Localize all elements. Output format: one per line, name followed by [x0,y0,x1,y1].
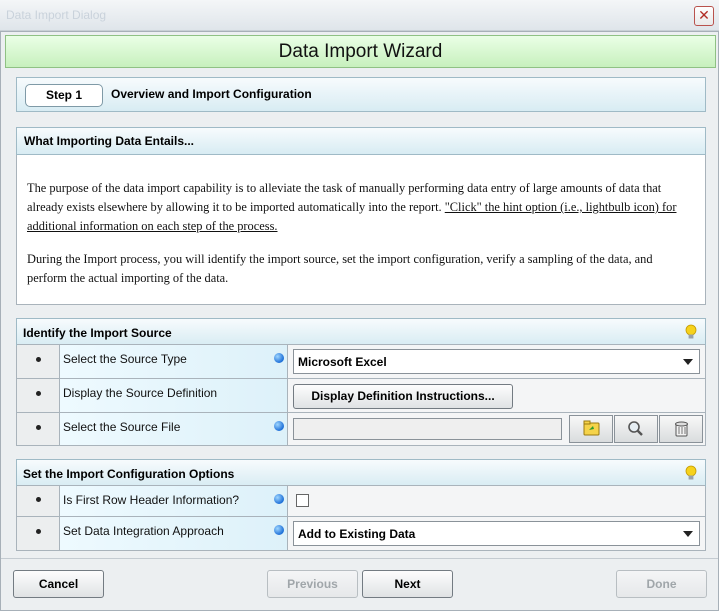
integration-approach-value: Add to Existing Data [298,527,416,541]
row-bullet [17,517,60,550]
window-title: Data Import Dialog [6,8,107,22]
done-button[interactable]: Done [616,570,707,598]
import-config-section: Set the Import Configuration Options Is … [16,459,706,551]
lightbulb-icon[interactable] [685,465,697,481]
step-badge: Step 1 [25,84,103,107]
header-row-control [288,486,705,516]
import-source-heading-label: Identify the Import Source [23,326,172,340]
chevron-down-icon [683,359,693,365]
row-source-definition: Display the Source Definition Display De… [17,378,705,413]
integration-approach-dropdown[interactable]: Add to Existing Data [293,521,700,546]
browse-folder-button[interactable] [569,415,613,443]
lightbulb-icon[interactable] [685,324,697,340]
import-config-heading-label: Set the Import Configuration Options [23,467,235,481]
footer-divider [1,558,718,559]
integration-approach-label: Set Data Integration Approach [63,524,224,538]
row-source-type: Select the Source Type Microsoft Excel [17,344,705,379]
source-file-input[interactable] [293,418,562,440]
required-dot-icon [274,421,284,431]
wizard-header: Data Import Wizard [5,35,716,68]
header-row-checkbox[interactable] [296,494,309,507]
source-definition-control: Display Definition Instructions... [288,379,705,413]
overview-paragraph-1: The purpose of the data import capabilit… [27,179,695,236]
integration-approach-control: Add to Existing Data [288,517,705,550]
source-type-label-cell: Select the Source Type [60,345,288,379]
cancel-button[interactable]: Cancel [13,570,104,598]
step-title: Overview and Import Configuration [111,87,312,101]
overview-heading: What Importing Data Entails... [16,127,706,155]
import-source-heading: Identify the Import Source [16,318,706,346]
row-integration-approach: Set Data Integration Approach Add to Exi… [17,516,705,550]
required-dot-icon [274,494,284,504]
preview-file-button[interactable] [614,415,658,443]
display-definition-button[interactable]: Display Definition Instructions... [293,384,513,409]
header-row-label: Is First Row Header Information? [63,493,240,507]
cancel-label: Cancel [38,577,79,591]
previous-label: Previous [287,577,338,591]
import-config-heading: Set the Import Configuration Options [16,459,706,487]
magnifier-icon [628,421,643,436]
source-type-label: Select the Source Type [63,352,187,366]
source-definition-label: Display the Source Definition [63,386,218,400]
next-button[interactable]: Next [362,570,453,598]
trash-icon [675,421,688,437]
row-source-file: Select the Source File [17,412,705,445]
window-titlebar: Data Import Dialog ✕ [0,0,719,31]
row-bullet [17,379,60,413]
row-header-row: Is First Row Header Information? [17,485,705,516]
chevron-down-icon [683,531,693,537]
row-bullet [17,413,60,445]
import-source-section: Identify the Import Source Select the So… [16,318,706,446]
source-file-label-cell: Select the Source File [60,413,288,445]
source-file-control [288,413,705,445]
step-bar: Step 1 Overview and Import Configuration [16,77,706,112]
source-type-value: Microsoft Excel [298,355,387,369]
integration-approach-label-cell: Set Data Integration Approach [60,517,288,550]
required-dot-icon [274,525,284,535]
dialog-body: Data Import Wizard Step 1 Overview and I… [0,31,719,611]
overview-heading-label: What Importing Data Entails... [24,134,195,148]
done-label: Done [646,577,677,591]
source-file-label: Select the Source File [63,420,181,434]
overview-paragraph-2: During the Import process, you will iden… [27,252,653,285]
source-type-dropdown[interactable]: Microsoft Excel [293,349,700,374]
previous-button[interactable]: Previous [267,570,358,598]
clear-file-button[interactable] [659,415,703,443]
row-bullet [17,345,60,379]
required-dot-icon [274,353,284,363]
source-type-control: Microsoft Excel [288,345,705,379]
source-definition-label-cell: Display the Source Definition [60,379,288,413]
next-label: Next [394,577,421,591]
folder-icon [583,420,600,436]
row-bullet [17,486,60,516]
header-row-label-cell: Is First Row Header Information? [60,486,288,516]
wizard-title: Data Import Wizard [278,41,443,62]
close-icon[interactable]: ✕ [694,6,714,26]
overview-panel: What Importing Data Entails... The purpo… [16,127,706,305]
